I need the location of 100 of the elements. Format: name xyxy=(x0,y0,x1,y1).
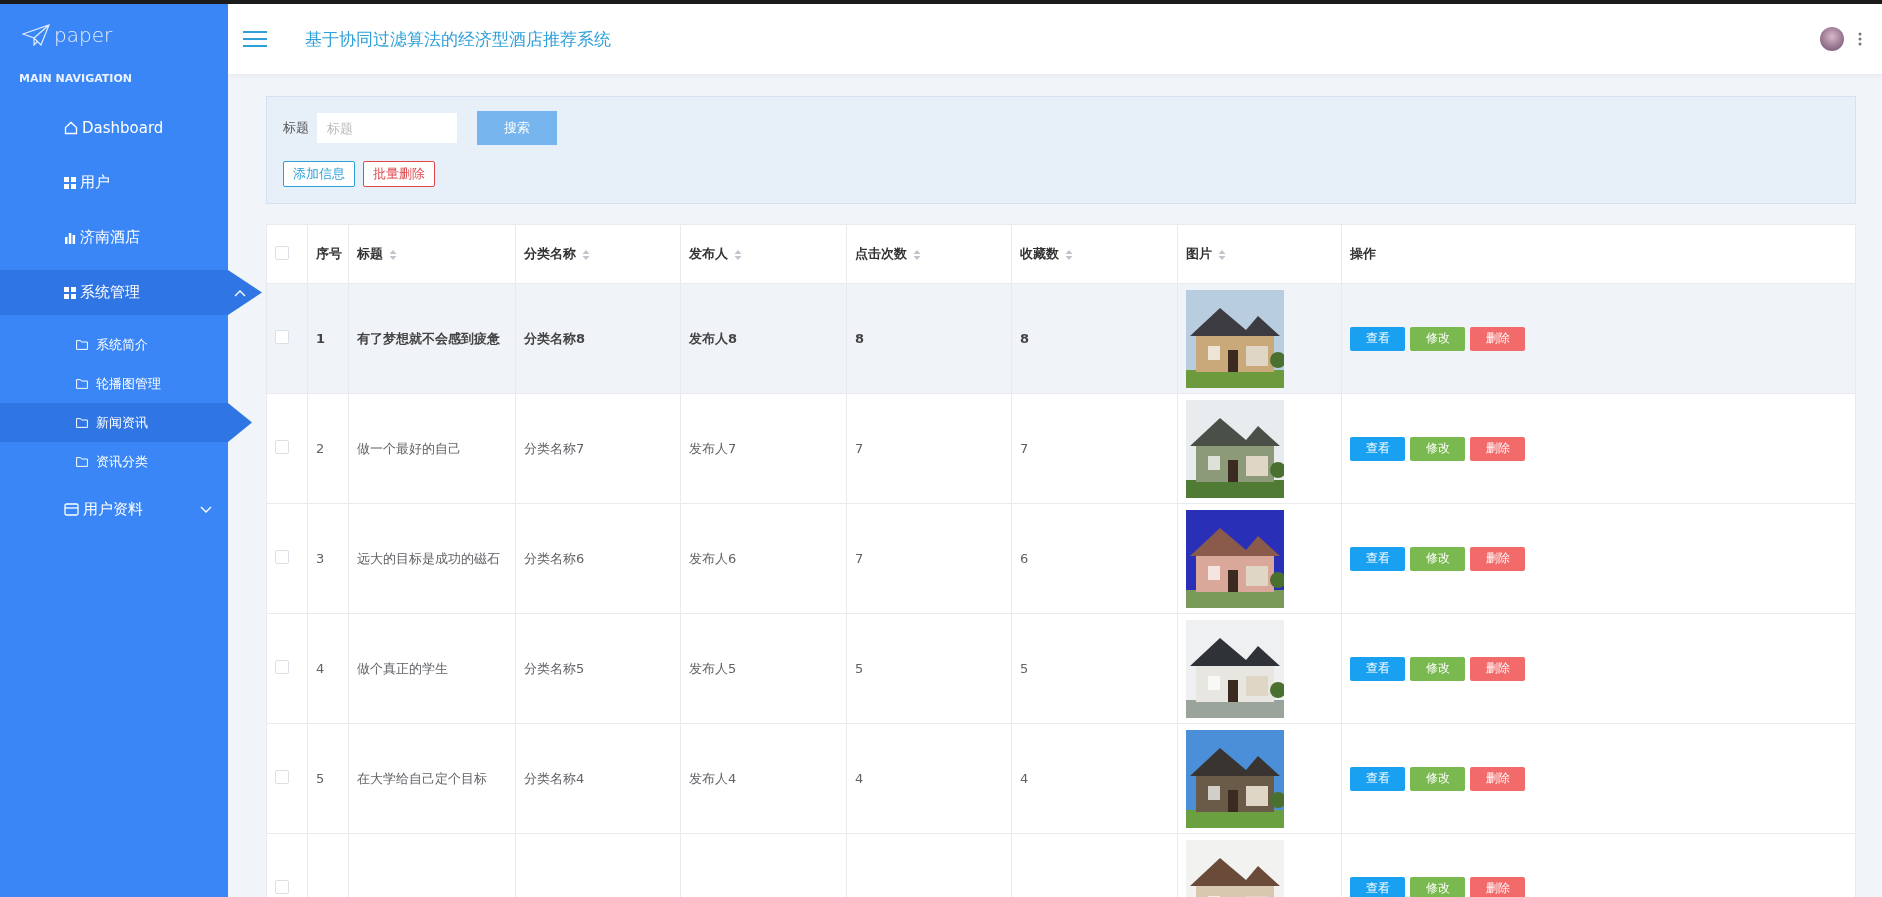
section-heading: MAIN NAVIGATION xyxy=(18,71,133,87)
delete-button[interactable]: 删除 xyxy=(1470,546,1525,571)
table-cell: 4 xyxy=(1020,771,1029,786)
delete-button[interactable]: 删除 xyxy=(1470,766,1525,791)
batch-delete-button[interactable]: 批量删除 xyxy=(363,161,435,187)
column-header: 序号 xyxy=(316,246,342,261)
table-cell: 在大学给自己定个目标 xyxy=(357,770,487,786)
table-cell: 远大的目标是成功的磁石 xyxy=(357,550,500,566)
column-header[interactable]: 发布人 xyxy=(689,246,728,261)
sort-icon[interactable] xyxy=(734,248,742,261)
table-cell: 4 xyxy=(316,661,325,676)
table-cell: 2 xyxy=(316,441,325,456)
table-cell: 分类名称4 xyxy=(524,770,585,786)
sidebar-item[interactable]: 用户 xyxy=(0,160,228,205)
table-cell: 5 xyxy=(316,771,325,786)
view-button[interactable]: 查看 xyxy=(1350,436,1405,461)
paper-plane-icon xyxy=(22,24,50,46)
sort-icon[interactable] xyxy=(1065,248,1073,261)
field-label: 标题 xyxy=(283,119,309,137)
logo-text: paper xyxy=(54,23,113,47)
table-cell: 做个真正的学生 xyxy=(357,660,448,676)
view-button[interactable]: 查看 xyxy=(1350,876,1405,897)
view-button[interactable]: 查看 xyxy=(1350,326,1405,351)
column-header[interactable]: 收藏数 xyxy=(1020,246,1059,261)
row-checkbox[interactable] xyxy=(275,770,289,784)
row-checkbox[interactable] xyxy=(275,550,289,564)
table-cell: 分类名称7 xyxy=(524,440,585,456)
column-header-cell[interactable]: 收藏数 xyxy=(1011,224,1178,284)
edit-button[interactable]: 修改 xyxy=(1410,766,1465,791)
table-cell: 5 xyxy=(855,661,864,676)
submenu-item[interactable]: 新闻资讯 xyxy=(0,403,252,442)
table-cell: 做一个最好的自己 xyxy=(357,440,461,456)
folder-icon xyxy=(76,456,88,467)
column-header[interactable]: 图片 xyxy=(1186,246,1212,261)
submenu-item[interactable]: 轮播图管理 xyxy=(0,364,228,403)
column-header: 操作 xyxy=(1350,246,1376,261)
table-cell: 7 xyxy=(1020,441,1029,456)
table-cell: 分类名称5 xyxy=(524,660,585,676)
column-header-cell[interactable]: 分类名称 xyxy=(515,224,681,284)
view-button[interactable]: 查看 xyxy=(1350,766,1405,791)
table-cell: 5 xyxy=(1020,661,1029,676)
table-cell: 发布人4 xyxy=(689,770,737,786)
table-cell: 分类名称8 xyxy=(524,330,586,346)
delete-button[interactable]: 删除 xyxy=(1470,326,1525,351)
home-icon xyxy=(64,120,78,135)
table-cell: 发布人5 xyxy=(689,660,737,676)
column-header-cell[interactable]: 图片 xyxy=(1177,224,1342,284)
view-button[interactable]: 查看 xyxy=(1350,546,1405,571)
edit-button[interactable]: 修改 xyxy=(1410,656,1465,681)
column-header[interactable]: 标题 xyxy=(357,246,383,261)
table-cell: 8 xyxy=(1020,331,1030,346)
table-cell: 发布人8 xyxy=(689,330,738,346)
table-cell: 4 xyxy=(855,771,864,786)
table-cell: 3 xyxy=(316,551,325,566)
edit-button[interactable]: 修改 xyxy=(1410,436,1465,461)
column-header-cell[interactable]: 点击次数 xyxy=(846,224,1012,284)
sidebar-item[interactable]: 济南酒店 xyxy=(0,215,228,260)
table-cell: 8 xyxy=(855,331,865,346)
folder-icon xyxy=(76,339,88,350)
row-checkbox[interactable] xyxy=(275,440,289,454)
sort-icon[interactable] xyxy=(389,248,397,261)
edit-button[interactable]: 修改 xyxy=(1410,546,1465,571)
sidebar-item[interactable]: Dashboard xyxy=(0,105,228,150)
column-header[interactable]: 点击次数 xyxy=(855,246,907,261)
sort-icon[interactable] xyxy=(913,248,921,261)
column-header-cell[interactable]: 标题 xyxy=(348,224,516,284)
submenu-item[interactable]: 系统简介 xyxy=(0,325,228,364)
edit-button[interactable]: 修改 xyxy=(1410,326,1465,351)
row-checkbox[interactable] xyxy=(275,880,289,894)
edit-button[interactable]: 修改 xyxy=(1410,876,1465,897)
row-checkbox[interactable] xyxy=(275,660,289,674)
search-button[interactable]: 搜索 xyxy=(477,111,557,145)
add-button[interactable]: 添加信息 xyxy=(283,161,355,187)
delete-button[interactable]: 删除 xyxy=(1470,876,1525,897)
page-title: 基于协同过滤算法的经济型酒店推荐系统 xyxy=(305,27,612,51)
grid-icon xyxy=(64,176,76,189)
table-cell: 6 xyxy=(1020,551,1029,566)
menu-icon[interactable] xyxy=(243,30,267,48)
search-field[interactable]: 标题 xyxy=(317,113,457,143)
sort-icon[interactable] xyxy=(582,248,590,261)
delete-button[interactable]: 删除 xyxy=(1470,436,1525,461)
sidebar-item[interactable]: 系统管理 xyxy=(0,270,262,315)
grid-icon xyxy=(64,286,76,299)
row-checkbox[interactable] xyxy=(275,330,289,344)
column-header[interactable]: 分类名称 xyxy=(524,246,576,261)
table-cell: 分类名称6 xyxy=(524,550,585,566)
table-cell: 发布人7 xyxy=(689,440,737,456)
avatar[interactable] xyxy=(1820,27,1844,51)
more-icon[interactable] xyxy=(1858,32,1862,46)
table-cell: 有了梦想就不会感到疲惫 xyxy=(357,330,500,346)
table-cell: 发布人6 xyxy=(689,550,737,566)
sort-icon[interactable] xyxy=(1218,248,1226,261)
select-all-checkbox[interactable] xyxy=(275,245,289,260)
delete-button[interactable]: 删除 xyxy=(1470,656,1525,681)
submenu-item[interactable]: 资讯分类 xyxy=(0,442,228,481)
column-header-cell[interactable]: 发布人 xyxy=(680,224,847,284)
view-button[interactable]: 查看 xyxy=(1350,656,1405,681)
sidebar-item[interactable]: 用户资料 xyxy=(0,487,228,532)
folder-icon xyxy=(76,378,88,389)
table-cell: 7 xyxy=(855,441,864,456)
